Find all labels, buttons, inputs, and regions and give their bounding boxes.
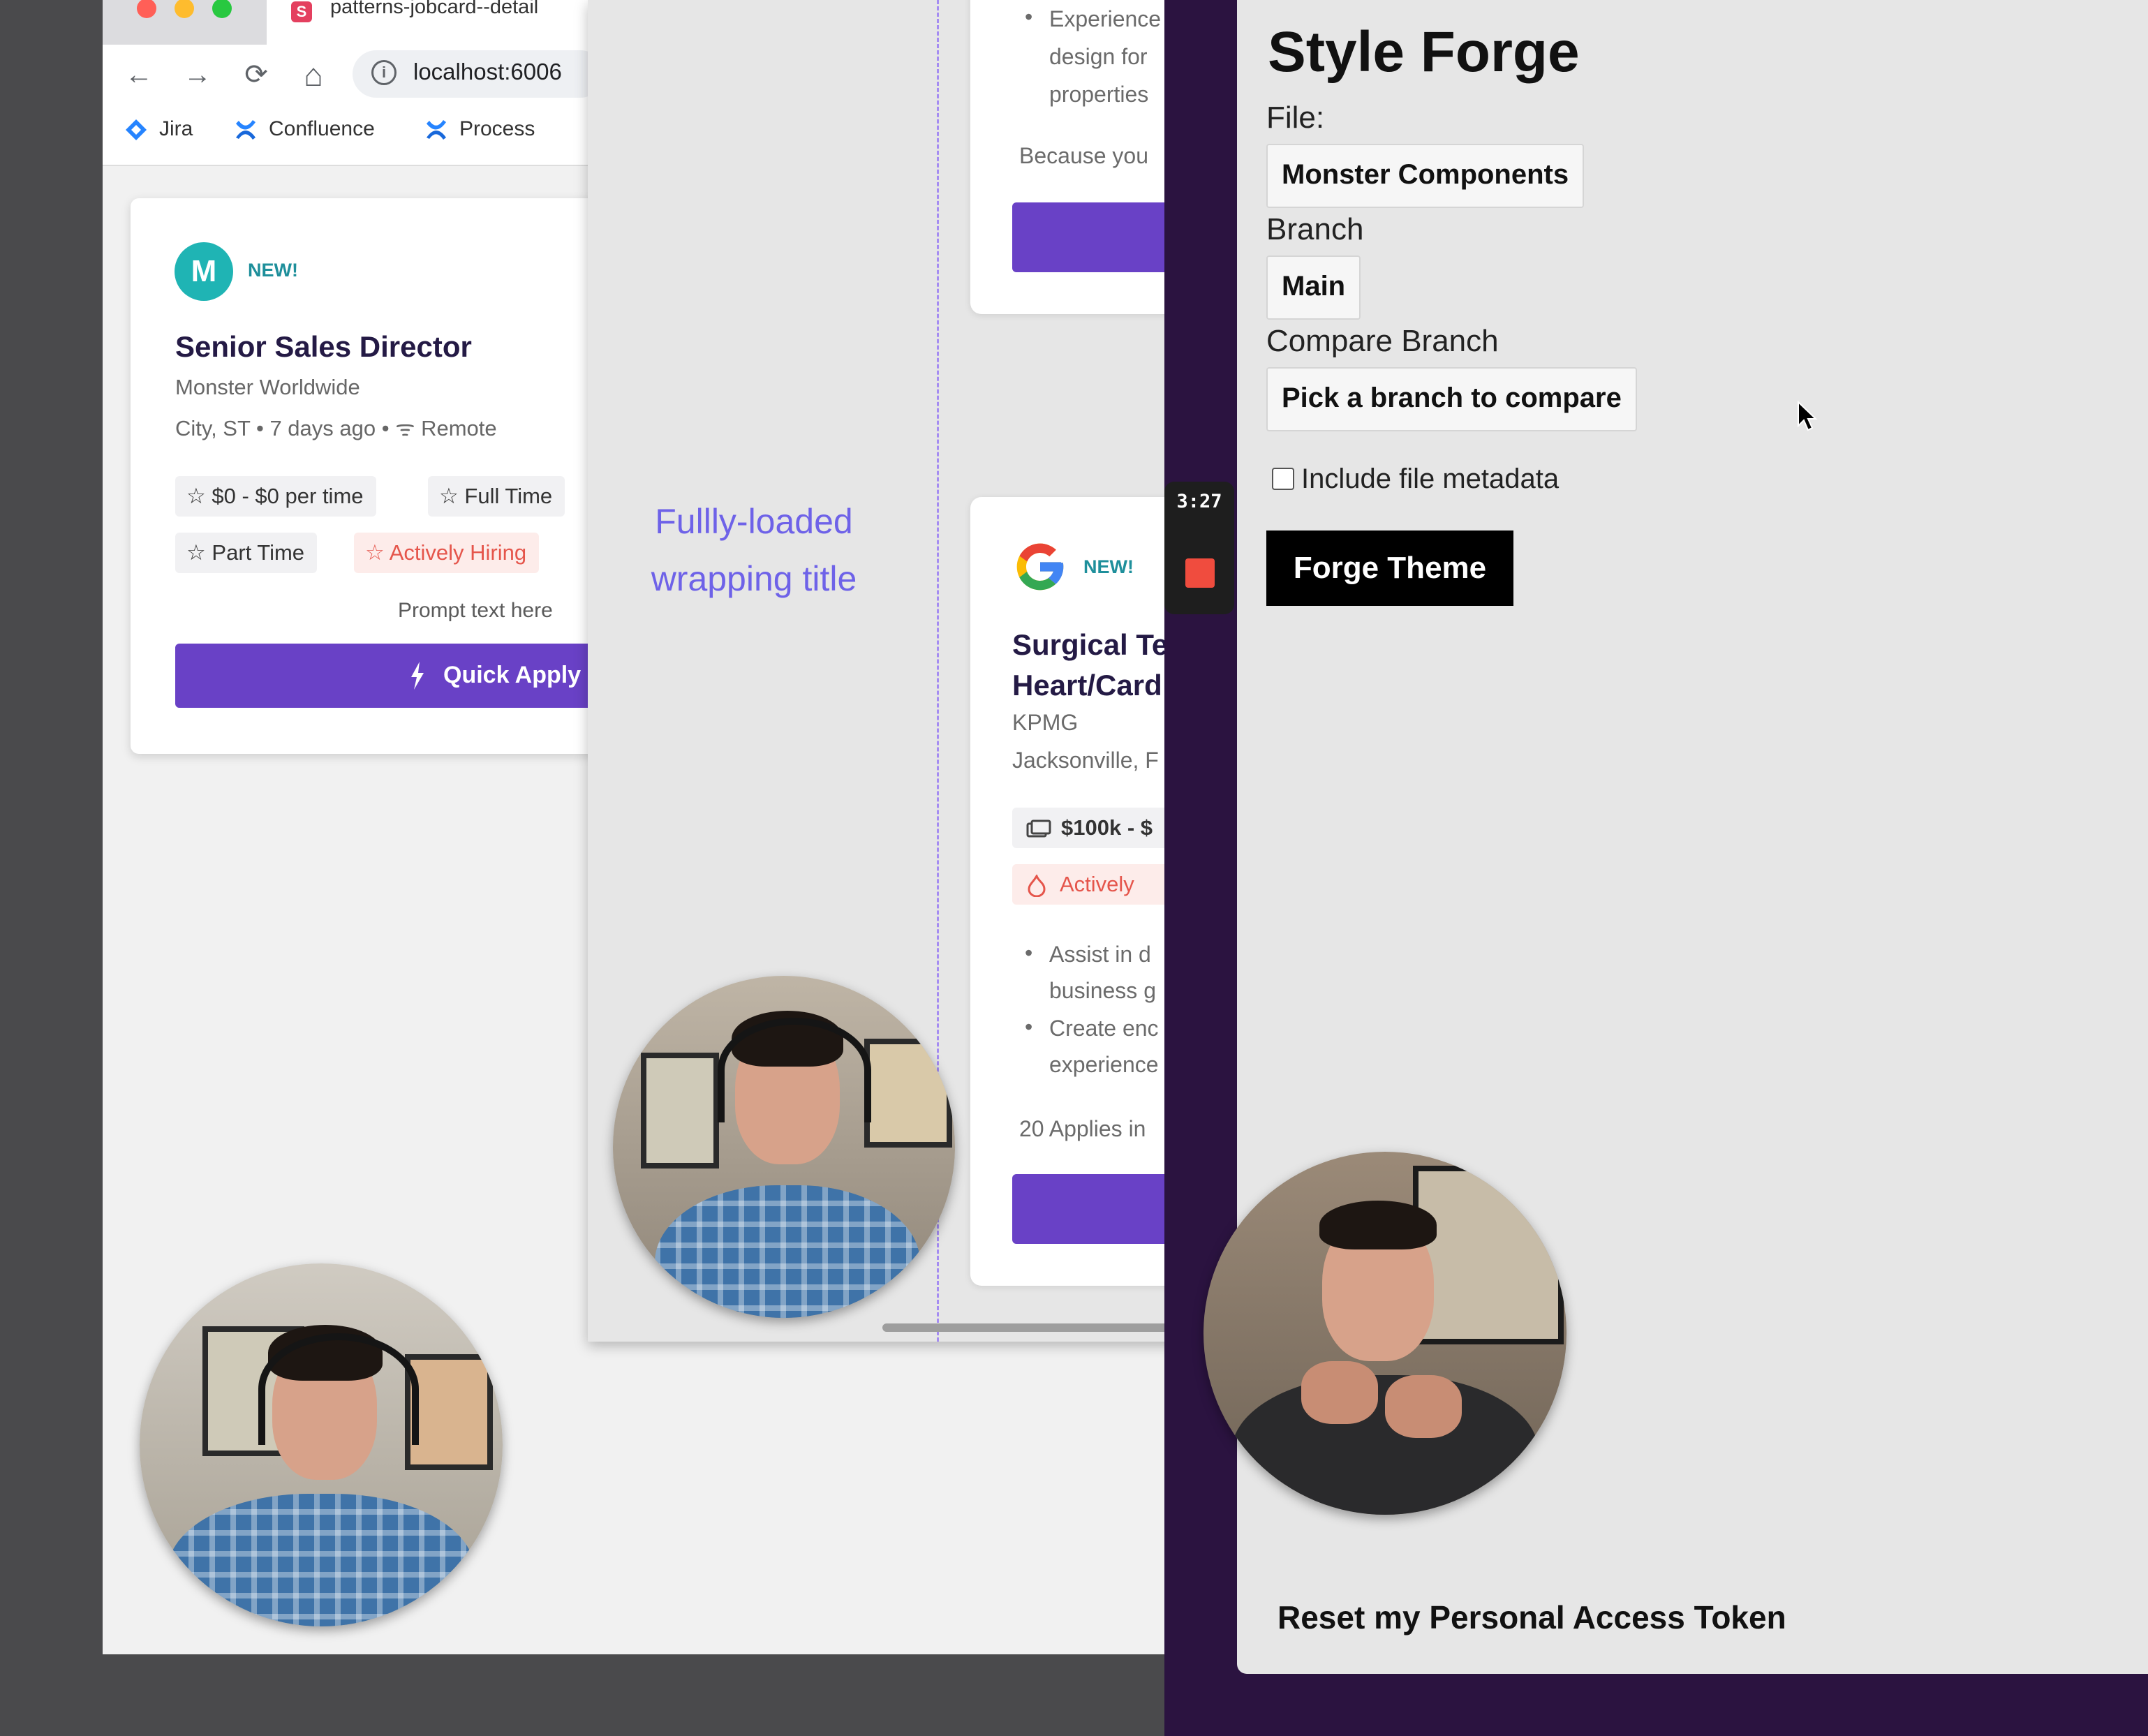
money-icon — [1026, 819, 1051, 838]
metadata-checkbox-label[interactable]: Include file metadata — [1301, 463, 1559, 495]
chip-actively-hiring: ☆ Actively Hiring — [354, 533, 540, 573]
person-hand — [1385, 1375, 1462, 1438]
branch-label: Branch — [1266, 212, 1364, 246]
wall-poster — [864, 1039, 952, 1148]
company-logo: M — [175, 242, 233, 301]
google-logo-icon — [1016, 543, 1064, 591]
mouse-cursor-icon — [1798, 401, 1818, 431]
prompt-text: Prompt text here — [398, 599, 553, 622]
back-button[interactable]: ← — [121, 57, 156, 92]
fire-icon — [1028, 873, 1046, 898]
chip-full-time: ☆ Full Time — [428, 476, 565, 517]
quick-apply-label: Quick Apply — [443, 662, 582, 688]
lightning-icon — [411, 662, 424, 690]
jira-icon — [126, 119, 147, 141]
person-hand — [1301, 1361, 1378, 1424]
storybook-icon: S — [291, 1, 312, 22]
person-hair — [1319, 1201, 1437, 1249]
job-title-line: Heart/Card — [1012, 669, 1162, 702]
bullet-dot: • — [1025, 1014, 1033, 1039]
branch-select[interactable]: Main — [1266, 255, 1361, 320]
confluence-icon — [427, 120, 446, 140]
reset-token-link[interactable]: Reset my Personal Access Token — [1277, 1598, 1786, 1636]
chip-salary-label: $100k - $ — [1061, 815, 1153, 840]
job-title-line: Surgical Te — [1012, 628, 1169, 661]
bookmark-jira[interactable]: Jira — [124, 117, 193, 142]
person-shirt — [168, 1494, 475, 1626]
tab-title[interactable]: patterns-jobcard--detail — [330, 0, 538, 19]
headphones-icon — [718, 1018, 871, 1122]
bullet-text: Create enc — [1049, 1016, 1159, 1041]
site-info-icon[interactable]: i — [371, 60, 397, 85]
card-footer-text: Because you — [1019, 143, 1149, 168]
bullet-dot: • — [1025, 940, 1033, 965]
wrapping-title-line: wrapping title — [651, 559, 857, 598]
new-badge: NEW! — [248, 260, 298, 281]
bookmark-process[interactable]: Process — [424, 117, 535, 142]
home-button[interactable]: ⌂ — [296, 57, 331, 92]
bookmark-label: Confluence — [269, 117, 375, 140]
recording-timer: 3:27 — [1176, 491, 1222, 512]
job-title[interactable]: Surgical Te Heart/Card — [1012, 625, 1168, 706]
webcam-bubble[interactable] — [1203, 1152, 1566, 1515]
bullet-text: experience — [1049, 1052, 1159, 1077]
compare-branch-label: Compare Branch — [1266, 324, 1499, 358]
plugin-title: Style Forge — [1268, 20, 1580, 84]
confluence-icon — [236, 120, 255, 140]
person-shirt — [655, 1185, 920, 1318]
company-name: KPMG — [1012, 710, 1079, 735]
quick-apply-button[interactable]: Quick Apply — [175, 644, 594, 708]
compare-branch-select[interactable]: Pick a branch to compare — [1266, 367, 1637, 431]
wrapping-title-line: Fullly-loaded — [655, 502, 853, 541]
bullet-dot: • — [1025, 4, 1033, 29]
bullet-text: properties — [1049, 82, 1149, 107]
wall-mirror — [1413, 1166, 1564, 1344]
job-title[interactable]: Senior Sales Director — [175, 330, 472, 364]
file-label: File: — [1266, 101, 1325, 135]
job-meta: City, ST • 7 days ago • ᯤ Remote — [175, 416, 497, 440]
bullet-text: Assist in d — [1049, 942, 1151, 967]
metadata-checkbox[interactable] — [1272, 468, 1294, 490]
bookmark-label: Process — [459, 117, 535, 140]
headphones-icon — [258, 1333, 419, 1445]
chip-salary: ☆ $0 - $0 per time — [175, 476, 376, 517]
forward-button[interactable]: → — [180, 57, 215, 92]
webcam-bubble[interactable] — [140, 1263, 503, 1626]
bookmark-confluence[interactable]: Confluence — [234, 117, 375, 142]
forge-theme-button[interactable]: Forge Theme — [1266, 531, 1513, 606]
company-name: Monster Worldwide — [175, 375, 360, 399]
webcam-bubble[interactable] — [613, 976, 955, 1318]
url-text[interactable]: localhost:6006 — [413, 59, 588, 85]
job-location: Jacksonville, F — [1012, 748, 1159, 773]
chip-part-time: ☆ Part Time — [175, 533, 318, 573]
bullet-text: Experience — [1049, 6, 1162, 31]
applies-count: 20 Applies in — [1019, 1116, 1146, 1141]
file-select[interactable]: Monster Components — [1266, 144, 1585, 208]
wall-poster — [641, 1053, 719, 1169]
bullet-text: business g — [1049, 978, 1156, 1003]
reload-button[interactable]: ⟳ — [239, 57, 274, 92]
bookmark-label: Jira — [159, 117, 193, 140]
wrapping-title: Fullly-loaded wrapping title — [614, 493, 894, 607]
bullet-text: design for — [1049, 44, 1148, 69]
chip-hiring-label: Actively — [1060, 872, 1134, 896]
new-badge: NEW! — [1083, 556, 1134, 577]
stop-recording-button[interactable] — [1185, 558, 1215, 588]
